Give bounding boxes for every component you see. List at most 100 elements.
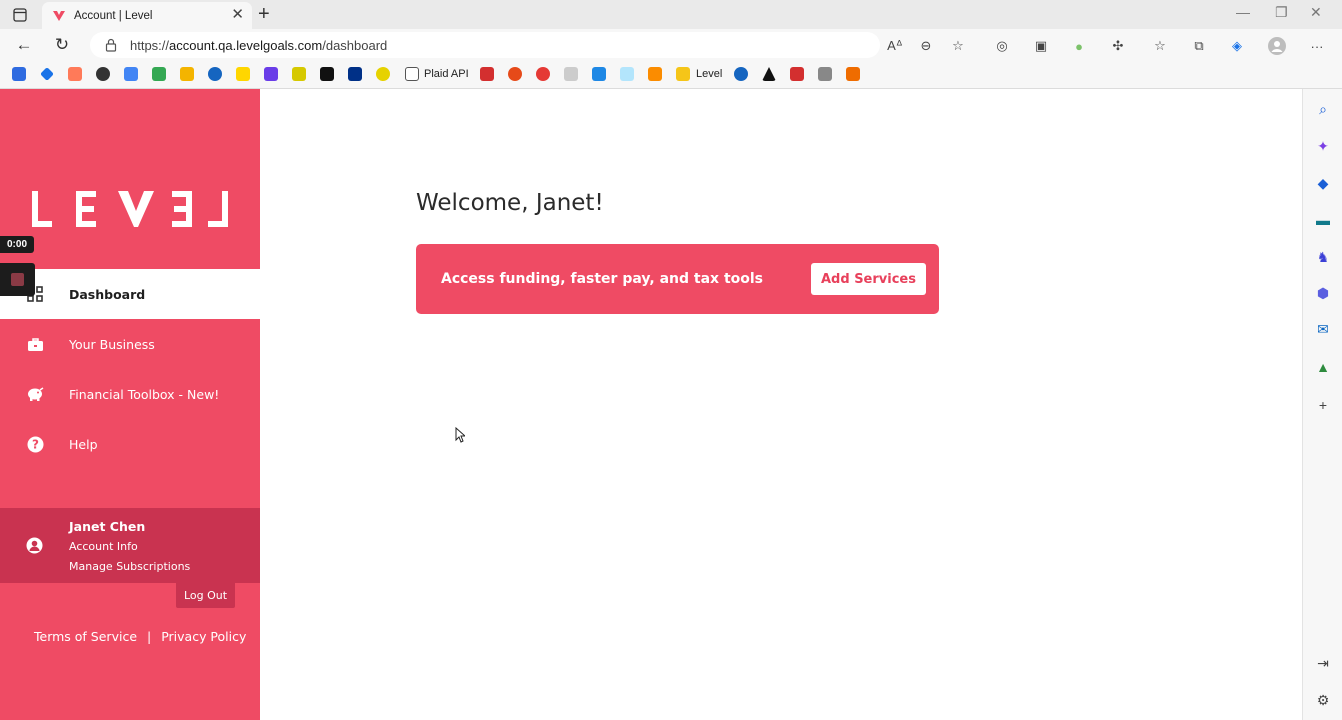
- bookmark-9-icon[interactable]: [236, 67, 250, 81]
- bookmark-2-icon[interactable]: [40, 67, 54, 81]
- bookmark-analytics-icon[interactable]: [180, 67, 194, 81]
- bookmark-paypal-icon[interactable]: [348, 67, 362, 81]
- more-menu-icon[interactable]: ···: [1308, 37, 1326, 55]
- folder-icon[interactable]: [676, 67, 690, 81]
- favorite-add-icon[interactable]: ☆: [949, 37, 967, 55]
- page-title: Welcome, Janet!: [416, 190, 604, 216]
- stop-icon: [11, 273, 24, 286]
- bookmark-19-icon[interactable]: [564, 67, 578, 81]
- collections-icon[interactable]: ⧉: [1190, 37, 1208, 55]
- level-logo[interactable]: [30, 189, 230, 229]
- piggy-bank-icon: [26, 385, 44, 403]
- bookmark-12-icon[interactable]: [320, 67, 334, 81]
- nav-help[interactable]: ? Help: [0, 419, 260, 469]
- bookmark-24-icon[interactable]: [734, 67, 748, 81]
- games-icon[interactable]: ♞: [1315, 249, 1331, 265]
- read-aloud-icon[interactable]: Aᐞ: [886, 37, 904, 55]
- bookmarks-bar: Plaid API Level: [0, 61, 1342, 89]
- account-panel: Janet Chen Account Info Manage Subscript…: [0, 508, 260, 583]
- banner-text: Access funding, faster pay, and tax tool…: [441, 271, 764, 287]
- bookmark-18-icon[interactable]: [536, 67, 550, 81]
- tab-actions-icon[interactable]: [8, 5, 32, 25]
- shopping-tag-icon[interactable]: ◆: [1315, 175, 1331, 191]
- mouse-cursor-icon: [455, 427, 465, 443]
- nav-financial-toolbox-label: Financial Toolbox - New!: [69, 386, 220, 402]
- browser-sidebar: ⌕ ✦ ◆ ▬ ♞ ⬢ ✉ ▲ + ⇥ ⚙: [1302, 89, 1342, 720]
- tab-title: Account | Level: [74, 9, 153, 22]
- bookmark-hubspot-icon[interactable]: [68, 67, 82, 81]
- privacy-link[interactable]: Privacy Policy: [161, 629, 246, 644]
- tools-briefcase-icon[interactable]: ▬: [1315, 212, 1331, 228]
- add-sidebar-app-icon[interactable]: +: [1315, 397, 1331, 413]
- nav-dashboard[interactable]: Dashboard: [0, 269, 260, 319]
- refresh-icon[interactable]: ↻: [52, 35, 72, 55]
- services-banner: Access funding, faster pay, and tax tool…: [416, 244, 939, 314]
- profile-avatar[interactable]: [1268, 37, 1286, 55]
- url-prefix: https://: [130, 37, 170, 53]
- bookmark-10-icon[interactable]: [264, 67, 278, 81]
- level-favicon-icon: [53, 10, 65, 21]
- bookmark-14-icon[interactable]: [376, 67, 390, 81]
- bookmark-26-icon[interactable]: [790, 67, 804, 81]
- window-close-icon[interactable]: ✕: [1310, 4, 1322, 21]
- back-icon[interactable]: ←: [14, 35, 34, 55]
- lock-icon: [105, 38, 117, 52]
- bookmark-21-icon[interactable]: [620, 67, 634, 81]
- manage-subscriptions-link[interactable]: Manage Subscriptions: [69, 560, 190, 573]
- legal-links: Terms of Service | Privacy Policy: [34, 629, 252, 644]
- terms-link[interactable]: Terms of Service: [34, 629, 137, 644]
- extension-2-icon[interactable]: ▣: [1032, 37, 1050, 55]
- settings-gear-icon[interactable]: ⚙: [1315, 692, 1331, 708]
- browser-essentials-icon[interactable]: ◈: [1228, 37, 1246, 55]
- outlook-icon[interactable]: ✉: [1315, 321, 1331, 337]
- office-icon[interactable]: ⬢: [1315, 285, 1331, 301]
- stop-recording-button[interactable]: [0, 263, 35, 296]
- new-tab-icon[interactable]: +: [258, 3, 270, 25]
- zoom-icon[interactable]: ⊖: [917, 37, 935, 55]
- search-icon[interactable]: ⌕: [1315, 101, 1331, 117]
- bookmark-25-icon[interactable]: [762, 67, 776, 81]
- briefcase-icon: [26, 335, 44, 353]
- tree-icon[interactable]: ▲: [1315, 359, 1331, 375]
- url-domain: account.qa.levelgoals.com: [169, 37, 323, 53]
- bookmark-20-icon[interactable]: [592, 67, 606, 81]
- logout-button[interactable]: Log Out: [176, 583, 235, 608]
- account-info-link[interactable]: Account Info: [69, 540, 138, 553]
- bookmark-5-icon[interactable]: [124, 67, 138, 81]
- copilot-sparkle-icon[interactable]: ✦: [1315, 138, 1331, 154]
- question-circle-icon: ?: [26, 435, 44, 453]
- bookmark-plaid-icon[interactable]: [405, 67, 419, 81]
- browser-tab-active[interactable]: Account | Level ✕: [42, 2, 252, 29]
- recording-timer: 0:00: [0, 236, 34, 253]
- address-bar[interactable]: https://account.qa.levelgoals.com/dashbo…: [90, 32, 880, 58]
- minimize-icon[interactable]: —: [1236, 4, 1250, 20]
- extension-1-icon[interactable]: ◎: [993, 37, 1011, 55]
- bookmark-11-icon[interactable]: [292, 67, 306, 81]
- bookmark-level-label[interactable]: Level: [696, 68, 722, 80]
- bookmark-8-icon[interactable]: [208, 67, 222, 81]
- nav-financial-toolbox[interactable]: Financial Toolbox - New!: [0, 369, 260, 419]
- extensions-icon[interactable]: ✣: [1109, 37, 1127, 55]
- bookmark-drive-icon[interactable]: [152, 67, 166, 81]
- restore-icon[interactable]: ❐: [1275, 4, 1288, 21]
- bookmark-27-icon[interactable]: [818, 67, 832, 81]
- bookmark-4-icon[interactable]: [96, 67, 110, 81]
- close-tab-icon[interactable]: ✕: [231, 7, 244, 23]
- favorites-icon[interactable]: ☆: [1151, 37, 1169, 55]
- bookmark-1-icon[interactable]: [12, 67, 26, 81]
- account-name: Janet Chen: [69, 519, 146, 534]
- bookmark-16-icon[interactable]: [480, 67, 494, 81]
- bookmark-17-icon[interactable]: [508, 67, 522, 81]
- nav-your-business-label: Your Business: [69, 336, 155, 352]
- bookmark-28-icon[interactable]: [846, 67, 860, 81]
- nav-your-business[interactable]: Your Business: [0, 319, 260, 369]
- hide-sidebar-icon[interactable]: ⇥: [1315, 655, 1331, 671]
- nav-dashboard-label: Dashboard: [69, 286, 146, 302]
- browser-tab-bar: Account | Level ✕ + — ❐ ✕: [0, 0, 1342, 29]
- legal-separator: |: [147, 629, 152, 644]
- bookmark-plaid-label[interactable]: Plaid API: [424, 68, 469, 80]
- add-services-button[interactable]: Add Services: [811, 263, 926, 295]
- extension-3-icon[interactable]: ●: [1070, 37, 1088, 55]
- svg-text:?: ?: [32, 437, 39, 451]
- bookmark-22-icon[interactable]: [648, 67, 662, 81]
